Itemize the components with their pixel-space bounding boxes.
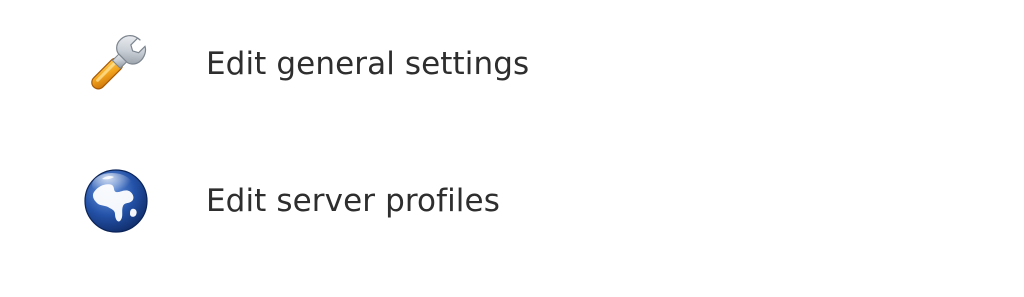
- settings-menu: Edit general settings Edit server profil…: [0, 0, 1024, 297]
- wrench-icon: [80, 28, 152, 100]
- edit-server-profiles-label: Edit server profiles: [206, 183, 500, 219]
- globe-icon: [80, 165, 152, 237]
- edit-general-settings-label: Edit general settings: [206, 46, 530, 82]
- edit-server-profiles-item[interactable]: Edit server profiles: [80, 165, 640, 237]
- edit-general-settings-item[interactable]: Edit general settings: [80, 28, 640, 100]
